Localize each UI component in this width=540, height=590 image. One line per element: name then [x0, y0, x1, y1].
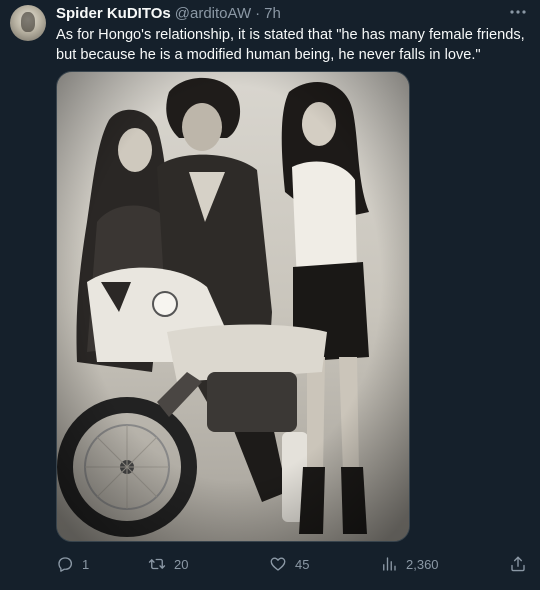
ellipsis-icon	[510, 10, 526, 14]
tweet-photo[interactable]	[56, 71, 410, 542]
reply-button[interactable]: 1	[56, 553, 89, 575]
photo-image	[57, 72, 409, 541]
retweet-button[interactable]: 20	[148, 553, 188, 575]
retweet-count: 20	[174, 556, 189, 572]
retweet-arrows-icon	[148, 558, 166, 570]
views-button[interactable]: 2,360	[380, 553, 439, 575]
tweet-text: As for Hongo's relationship, it is state…	[56, 27, 525, 63]
timestamp[interactable]: 7h	[264, 5, 281, 22]
display-name[interactable]: Spider KuDITOs	[56, 5, 171, 22]
share-upload-icon	[511, 556, 525, 572]
reply-count: 1	[82, 556, 90, 572]
view-count: 2,360	[406, 556, 439, 572]
bar-chart-icon	[383, 557, 396, 571]
action-bar: 1 20 45 2,360	[56, 553, 528, 575]
like-count: 45	[295, 556, 310, 572]
like-button[interactable]: 45	[269, 553, 309, 575]
user-handle[interactable]: @arditoAW	[175, 5, 251, 22]
share-button[interactable]	[509, 553, 527, 575]
tweet: Spider KuDITOs @arditoAW · 7h As for Hon…	[0, 0, 540, 590]
separator-dot: ·	[255, 4, 261, 22]
speech-bubble-icon	[58, 557, 73, 572]
heart-icon	[270, 557, 286, 571]
avatar[interactable]	[10, 5, 46, 41]
more-options-button[interactable]	[508, 2, 528, 22]
tweet-header: Spider KuDITOs @arditoAW · 7h	[56, 4, 281, 22]
